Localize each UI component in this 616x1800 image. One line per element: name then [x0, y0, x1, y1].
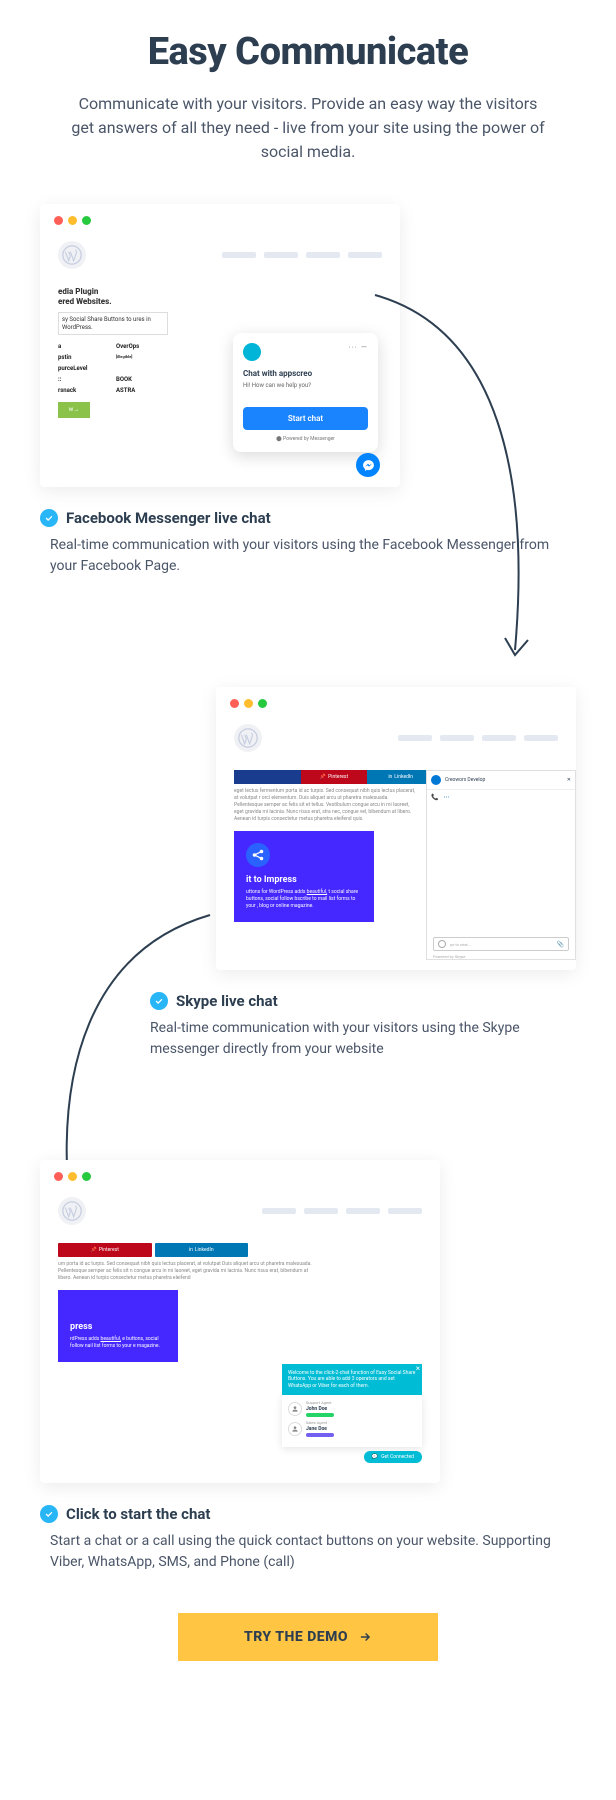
person-icon	[288, 1422, 302, 1436]
check-icon	[150, 992, 168, 1010]
cta-button[interactable]: w →	[58, 402, 90, 418]
whatsapp-bar	[306, 1413, 334, 1417]
client-logos: aOverOps pstin[illegible] purceLevel ::B…	[58, 343, 168, 394]
page-subtitle: Communicate with your visitors. Provide …	[68, 92, 548, 164]
pinterest-tab[interactable]: 📌 Pinterest	[58, 1243, 152, 1257]
promo-box: it to Impress uttons for WordPress adds …	[234, 831, 374, 922]
nav-placeholder	[306, 252, 340, 258]
get-connected-button[interactable]: 💬 Get Connected	[364, 1451, 422, 1463]
attach-icon[interactable]: 📎	[557, 941, 564, 948]
agent-row[interactable]: Support Agent John Doe	[288, 1401, 416, 1417]
check-icon	[40, 509, 58, 527]
promo-desc: uttons for WordPress adds beautiful, t s…	[246, 889, 362, 910]
feature-description: Real-time communication with your visito…	[150, 1018, 576, 1060]
hero-subtitle: sy Social Share Buttons to ures in WordP…	[58, 312, 168, 336]
agent-row[interactable]: Sales Agent Jane Doe	[288, 1421, 416, 1437]
feature-description: Real-time communication with your visito…	[50, 535, 576, 577]
body-text: um porta id ac turpis. Sed consequat nib…	[58, 1261, 422, 1282]
check-icon	[40, 1505, 58, 1523]
close-icon[interactable]: ×	[416, 1364, 420, 1374]
contact-banner: Welcome to the click-2-chat function of …	[282, 1364, 422, 1396]
skype-avatar-icon	[431, 775, 441, 785]
window-controls	[216, 687, 576, 720]
skype-powered: Powered by Skype	[433, 954, 465, 959]
minimize-dot	[68, 216, 77, 225]
screenshot-card-skype: 📌 Pinterest in LinkedIn eget lectus ferm…	[216, 687, 576, 970]
start-chat-button[interactable]: Start chat	[243, 407, 368, 430]
wordpress-icon	[58, 1197, 86, 1225]
chat-input[interactable]: pe to chat... 📎	[433, 937, 569, 951]
promo-desc: rdPress adds beautiful, e buttons, socia…	[70, 1336, 166, 1350]
chat-title: Chat with appscreo	[243, 369, 368, 378]
screenshot-card-messenger: edia Plugin ered Websites. sy Social Sha…	[40, 204, 400, 487]
close-dot	[54, 216, 63, 225]
messenger-fab-icon[interactable]	[356, 453, 380, 477]
hero-title: edia Plugin ered Websites.	[58, 287, 168, 308]
agent-name: John Doe	[306, 1406, 334, 1412]
feature-title: Skype live chat	[176, 992, 278, 1010]
page-title: Easy Communicate	[40, 30, 576, 74]
nav-placeholder	[222, 252, 256, 258]
skype-contact-name: Creoworx Develop	[445, 777, 485, 783]
chat-avatar-icon	[243, 343, 261, 361]
viber-bar	[306, 1433, 334, 1437]
feature-description: Start a chat or a call using the quick c…	[50, 1531, 576, 1573]
chat-greeting: Hi! How can we help you?	[243, 382, 368, 389]
chat-menu-icon[interactable]: ··· —	[349, 343, 369, 352]
feature-title: Facebook Messenger live chat	[66, 509, 271, 527]
linkedin-tab[interactable]: in LinkedIn	[155, 1243, 249, 1257]
promo-title: press	[70, 1322, 166, 1332]
pinterest-tab[interactable]: 📌 Pinterest	[301, 770, 368, 784]
nav-placeholder	[348, 252, 382, 258]
powered-by: ⬤ Powered by Messenger	[243, 436, 368, 442]
promo-box: press rdPress adds beautiful, e buttons,…	[58, 1290, 178, 1362]
call-icon[interactable]: 📞	[431, 794, 438, 801]
nav-placeholder	[264, 252, 298, 258]
wordpress-icon	[234, 724, 262, 752]
promo-title: it to Impress	[246, 875, 362, 885]
feature-title: Click to start the chat	[66, 1505, 210, 1523]
wordpress-icon	[58, 241, 86, 269]
screenshot-card-contact: 📌 Pinterest in LinkedIn um porta id ac t…	[40, 1160, 440, 1483]
messenger-chat-widget[interactable]: ··· — Chat with appscreo Hi! How can we …	[233, 333, 378, 452]
emoji-icon[interactable]	[438, 940, 446, 948]
close-icon[interactable]: ✕	[567, 777, 571, 783]
skype-chat-widget[interactable]: Creoworx Develop ✕ 📞 ⋯ pe to chat... 📎 P…	[426, 770, 576, 960]
try-demo-button[interactable]: TRY THE DEMO	[178, 1613, 438, 1661]
person-icon	[288, 1402, 302, 1416]
linkedin-tab[interactable]: in LinkedIn	[367, 770, 434, 784]
maximize-dot	[82, 216, 91, 225]
facebook-tab[interactable]	[234, 770, 301, 784]
window-controls	[40, 204, 400, 237]
share-icon	[246, 843, 270, 867]
agent-name: Jane Doe	[306, 1426, 334, 1432]
more-icon[interactable]: ⋯	[443, 794, 449, 801]
contact-chat-widget[interactable]: Welcome to the click-2-chat function of …	[282, 1364, 422, 1463]
